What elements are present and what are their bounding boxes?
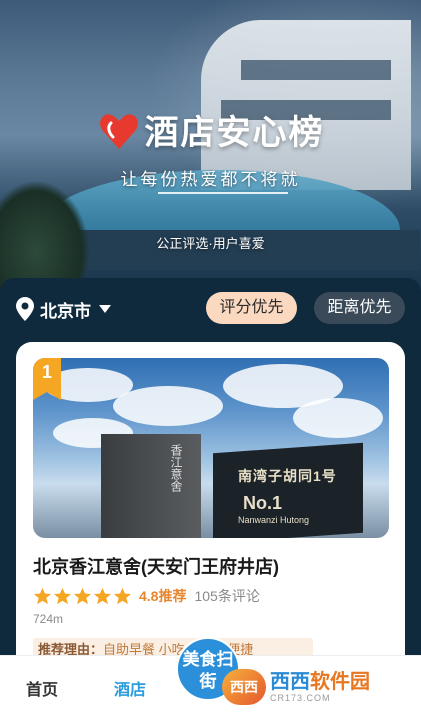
hero-building-window	[241, 60, 391, 80]
hero-slogan: 让每份热爱都不将就	[120, 170, 301, 189]
hero-banner: 酒店安心榜 让每份热爱都不将就 公正评选·用户喜爱	[0, 0, 421, 300]
sort-by-distance-button[interactable]: 距离优先	[314, 292, 405, 324]
city-label: 北京市	[40, 301, 91, 321]
city-selector[interactable]: 北京市	[16, 296, 111, 322]
hotel-name[interactable]: 北京香江意舍(天安门王府井店)	[33, 553, 393, 579]
tab-home[interactable]: 首页	[26, 676, 58, 700]
location-pin-icon	[16, 297, 34, 321]
star-icon	[53, 587, 72, 604]
hero-subtitle: 公正评选·用户喜爱	[156, 236, 265, 251]
watermark-name-part1: 西西	[270, 671, 310, 693]
watermark-name: 西西软件园	[270, 671, 370, 693]
review-count[interactable]: 105条评论	[194, 586, 259, 606]
hotel-photo: 香江意舍 南湾子胡同1号 No.1 Nanwanzi Hutong 1	[33, 358, 389, 538]
filter-bar: 北京市 评分优先 距离优先	[0, 278, 421, 338]
hero-title: 酒店安心榜	[144, 112, 325, 153]
photo-sign-left: 香江意舍	[169, 444, 183, 492]
photo-sign-english: Nanwanzi Hutong	[238, 515, 310, 525]
watermark-text: 西西软件园 CR173.COM	[270, 671, 370, 703]
slogan-underline	[158, 192, 288, 194]
star-icon	[33, 587, 52, 604]
watermark: 西西 西西软件园 CR173.COM	[222, 667, 402, 707]
distance-label: 724m	[33, 612, 64, 626]
watermark-url: CR173.COM	[270, 693, 331, 703]
heart-icon	[99, 114, 138, 149]
star-icon	[93, 587, 112, 604]
tab-hotel[interactable]: 酒店	[114, 676, 146, 700]
watermark-logo: 西西	[222, 669, 266, 705]
watermark-name-part2: 软件园	[310, 671, 370, 693]
rating-score: 4.8推荐	[139, 588, 187, 604]
photo-sign-address: 南湾子胡同1号	[238, 468, 337, 484]
photo-sign-number: No.1	[243, 493, 283, 513]
hotel-card[interactable]: 香江意舍 南湾子胡同1号 No.1 Nanwanzi Hutong 1 北京香江…	[16, 342, 405, 672]
caret-down-icon	[99, 305, 111, 313]
sort-by-rating-button[interactable]: 评分优先	[206, 292, 297, 324]
star-icon	[113, 587, 132, 604]
hero-title-row: 酒店安心榜	[0, 104, 421, 154]
star-icon	[73, 587, 92, 604]
rank-badge: 1	[33, 358, 61, 400]
rating-row: 4.8推荐 105条评论	[33, 586, 260, 606]
